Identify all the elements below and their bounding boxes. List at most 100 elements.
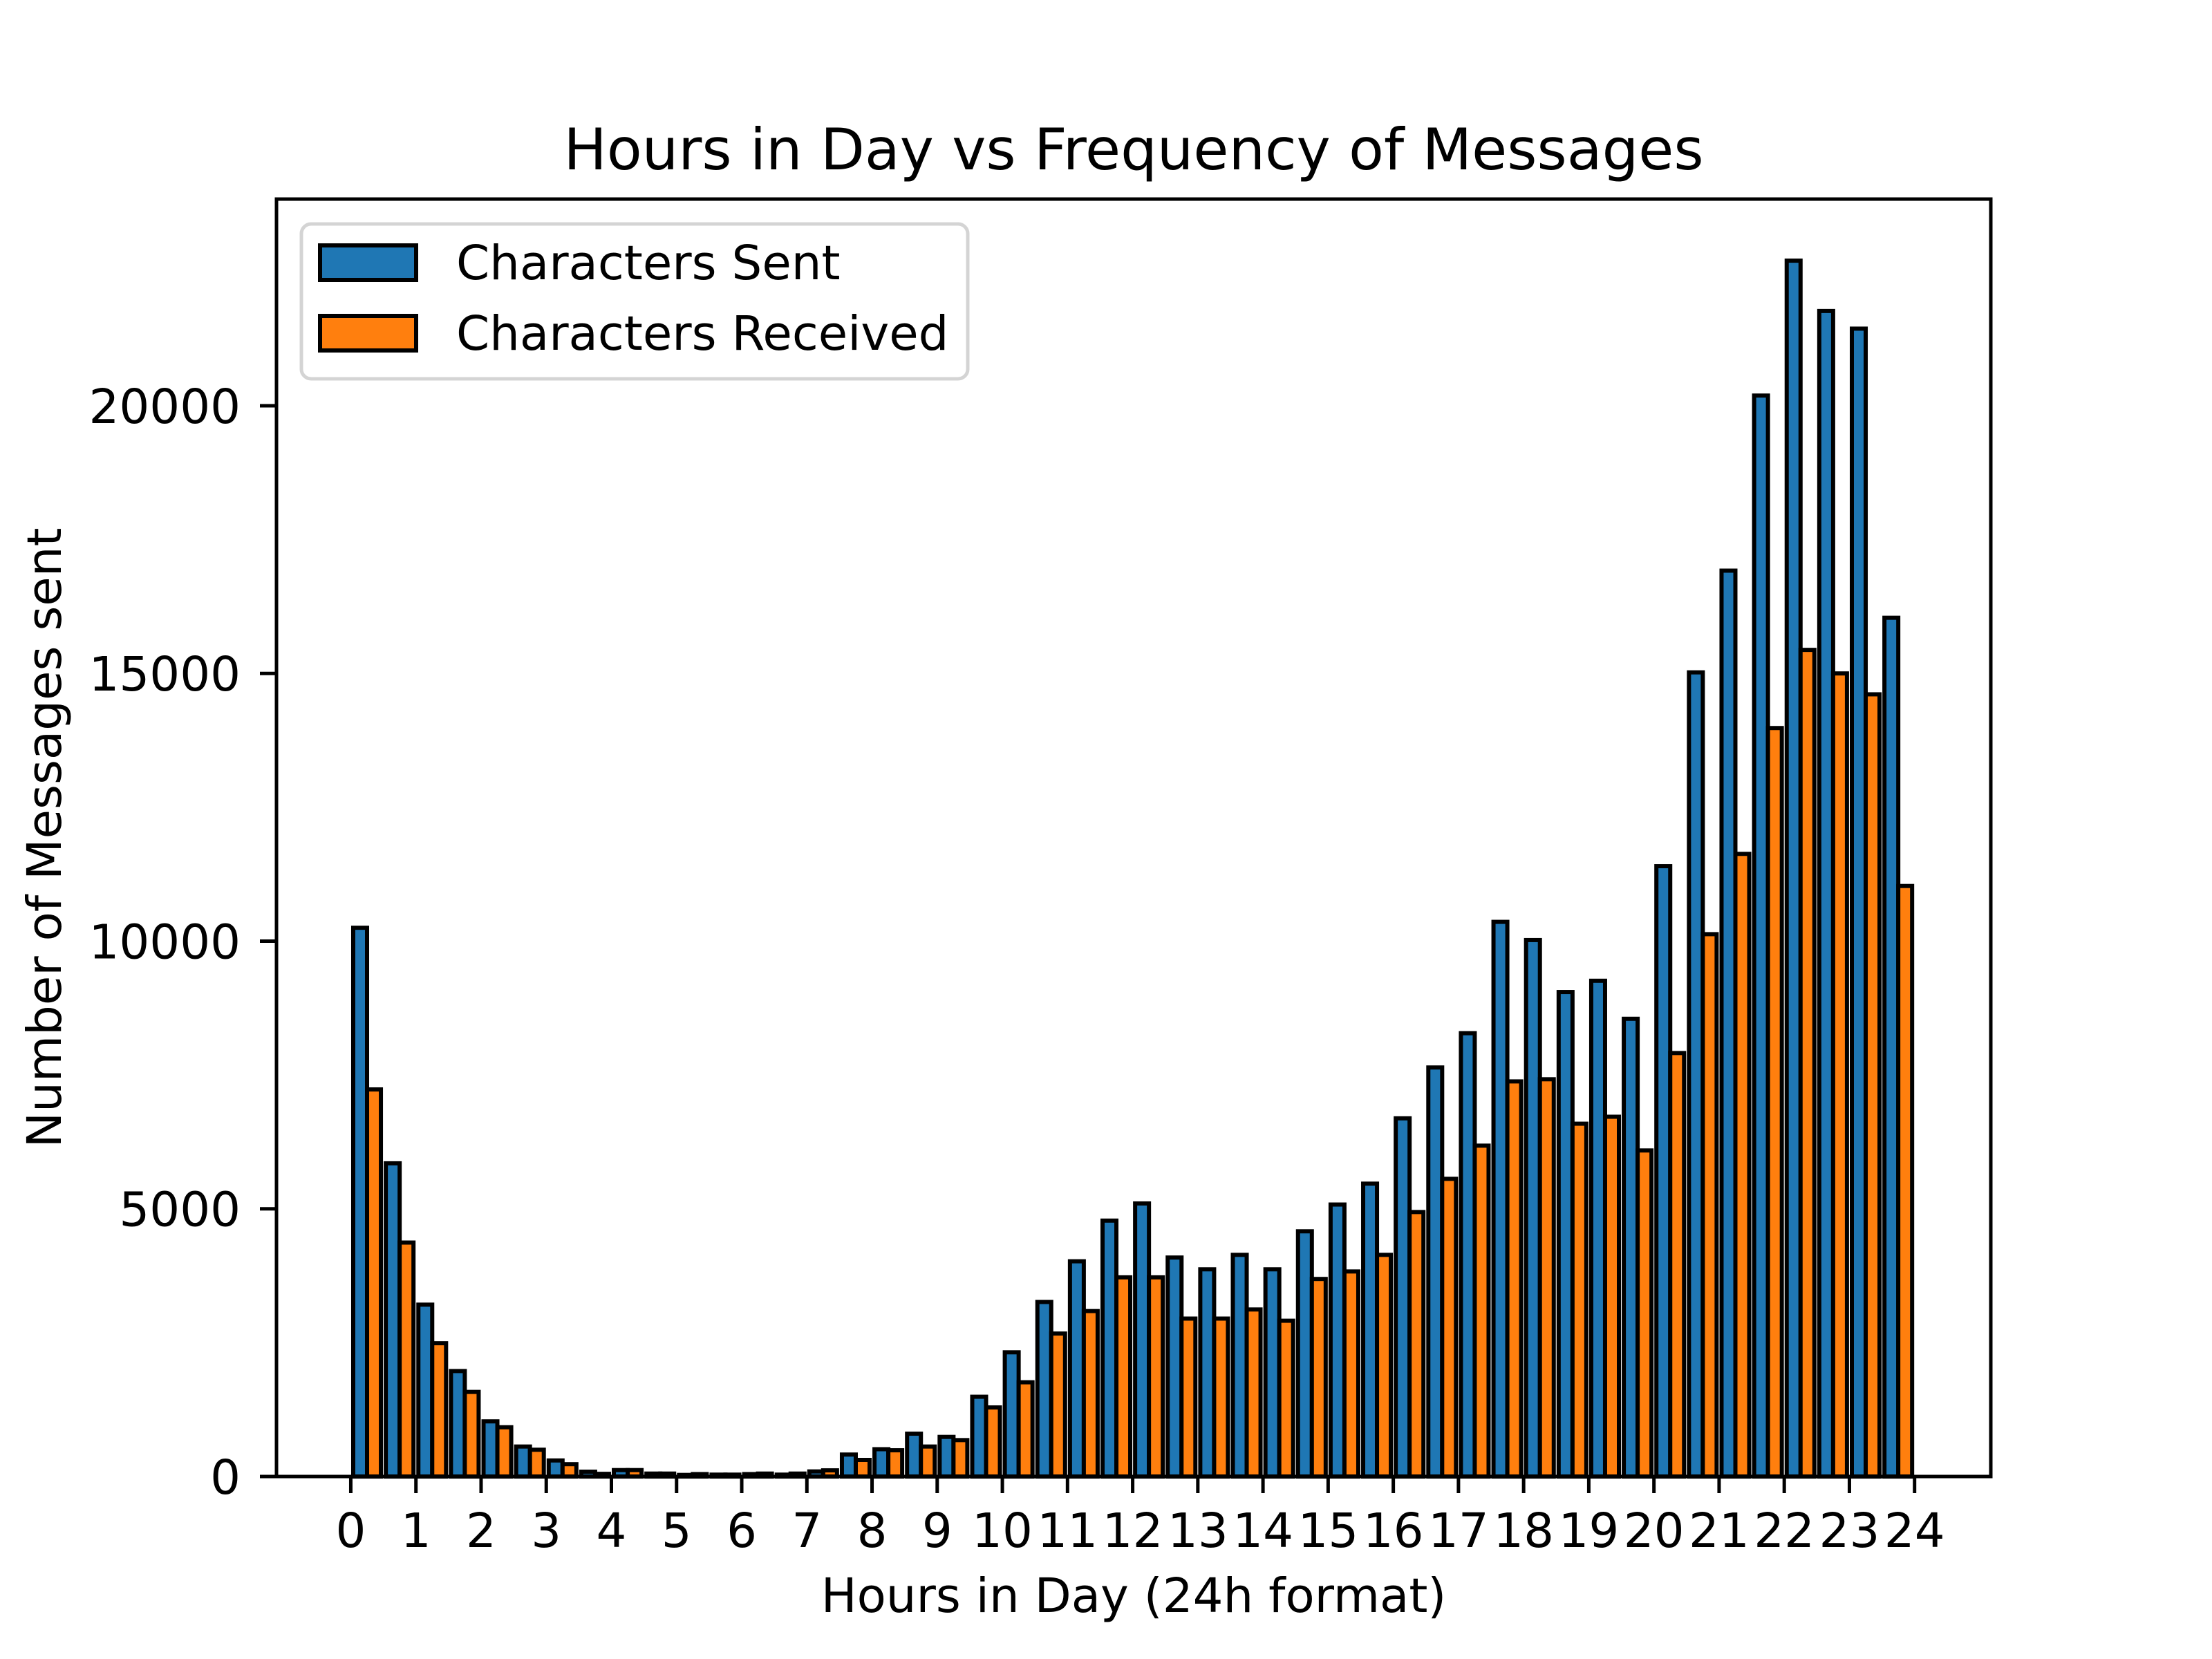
bar-characters-received-22_5 — [1830, 671, 1849, 1479]
x-tick-label: 4 — [597, 1503, 627, 1559]
x-tick-label: 2 — [466, 1503, 496, 1559]
bar-characters-received-12_5 — [1179, 1316, 1198, 1479]
y-axis-label: Number of Messages sent — [17, 527, 73, 1147]
bar-characters-received-2 — [495, 1425, 514, 1479]
bar-characters-received-11 — [1081, 1309, 1100, 1479]
bar-characters-received-1 — [430, 1341, 449, 1479]
bar-characters-sent-20 — [1654, 864, 1673, 1479]
bar-characters-received-1_5 — [462, 1389, 481, 1479]
bar-characters-sent-0 — [350, 926, 370, 1479]
bar-characters-received-11_5 — [1114, 1275, 1133, 1479]
bar-characters-received-14 — [1277, 1318, 1295, 1479]
x-tick-label: 3 — [531, 1503, 561, 1559]
bar-characters-sent-8_5 — [905, 1432, 924, 1479]
bar-characters-sent-10 — [1002, 1350, 1021, 1479]
bar-characters-sent-14_5 — [1295, 1229, 1314, 1479]
bar-characters-received-10 — [1016, 1380, 1035, 1479]
bar-characters-sent-9 — [937, 1434, 956, 1479]
x-tick-label: 21 — [1689, 1503, 1750, 1559]
bar-characters-received-17 — [1472, 1143, 1491, 1479]
bar-characters-received-15_5 — [1375, 1253, 1394, 1479]
x-tick-label: 17 — [1428, 1503, 1489, 1559]
bar-characters-received-23_5 — [1896, 883, 1915, 1479]
bar-characters-sent-7_5 — [839, 1452, 858, 1479]
x-tick-label: 16 — [1363, 1503, 1424, 1559]
x-tick-label: 14 — [1232, 1503, 1293, 1559]
bar-characters-sent-23_5 — [1882, 615, 1901, 1479]
x-tick-label: 8 — [857, 1503, 888, 1559]
bar-characters-sent-2 — [481, 1419, 500, 1479]
x-tick-label: 15 — [1297, 1503, 1358, 1559]
bar-characters-sent-23 — [1849, 326, 1868, 1479]
bar-characters-received-16 — [1407, 1210, 1426, 1479]
bar-characters-received-18_5 — [1570, 1121, 1588, 1479]
bar-characters-received-13 — [1212, 1316, 1230, 1479]
bar-characters-sent-13_5 — [1230, 1253, 1249, 1479]
bar-characters-received-19 — [1602, 1114, 1622, 1479]
bar-characters-sent-2_5 — [514, 1444, 532, 1479]
x-tick-label: 7 — [791, 1503, 822, 1559]
x-tick-label: 12 — [1103, 1503, 1163, 1559]
y-tick-label: 0 — [210, 1450, 241, 1506]
bar-characters-received-8 — [886, 1448, 905, 1479]
bar-characters-sent-22 — [1784, 259, 1803, 1479]
y-tick-label: 10000 — [89, 915, 241, 970]
bar-characters-received-9 — [951, 1438, 970, 1479]
bar-characters-received-3 — [560, 1462, 579, 1479]
bar-characters-received-20 — [1668, 1051, 1687, 1479]
y-tick-label: 15000 — [89, 647, 241, 702]
legend-swatch-characters-received — [318, 314, 418, 353]
x-tick-label: 13 — [1168, 1503, 1228, 1559]
x-tick-label: 24 — [1884, 1503, 1945, 1559]
bar-characters-sent-19_5 — [1622, 1016, 1640, 1479]
x-tick-label: 5 — [662, 1503, 692, 1559]
chart: Hours in Day vs Frequency of Messages 0 1… — [0, 0, 2212, 1659]
bar-characters-received-20_5 — [1700, 932, 1719, 1479]
bar-characters-sent-1_5 — [449, 1369, 467, 1479]
bar-characters-received-22 — [1798, 648, 1817, 1479]
bar-characters-sent-8 — [872, 1447, 891, 1479]
x-tick-label: 11 — [1037, 1503, 1098, 1559]
x-tick-label: 20 — [1624, 1503, 1685, 1559]
x-tick-label: 9 — [922, 1503, 953, 1559]
bar-characters-received-21_5 — [1765, 726, 1784, 1479]
bar-characters-sent-19 — [1588, 978, 1607, 1479]
x-tick-label: 19 — [1559, 1503, 1620, 1559]
bar-characters-received-2_5 — [527, 1447, 546, 1479]
bar-characters-received-12 — [1147, 1275, 1165, 1479]
bar-characters-sent-9_5 — [970, 1394, 988, 1479]
bar-characters-sent-14 — [1263, 1267, 1282, 1479]
x-tick-label: 0 — [336, 1503, 366, 1559]
bar-characters-sent-0_5 — [384, 1161, 402, 1479]
bar-characters-sent-11_5 — [1100, 1218, 1119, 1479]
bar-characters-received-7_5 — [853, 1457, 872, 1479]
bar-characters-received-17_5 — [1505, 1079, 1524, 1479]
legend-label-characters-sent: Characters Sent — [456, 236, 841, 291]
bar-characters-received-13_5 — [1244, 1307, 1263, 1479]
x-tick-label: 10 — [972, 1503, 1033, 1559]
legend-label-characters-received: Characters Received — [456, 306, 948, 362]
bar-characters-sent-15 — [1328, 1202, 1347, 1479]
bar-characters-received-23 — [1864, 692, 1882, 1479]
bar-characters-sent-20_5 — [1687, 670, 1705, 1479]
bar-characters-sent-17_5 — [1491, 919, 1510, 1479]
x-tick-label: 6 — [727, 1503, 757, 1559]
x-tick-label: 22 — [1754, 1503, 1815, 1559]
bar-characters-sent-1 — [416, 1302, 435, 1479]
bar-characters-sent-3 — [546, 1458, 565, 1479]
bar-characters-sent-15_5 — [1361, 1181, 1380, 1479]
bar-characters-sent-18 — [1524, 937, 1542, 1479]
bar-characters-sent-10_5 — [1035, 1300, 1053, 1479]
bar-characters-received-9_5 — [984, 1405, 1002, 1479]
bar-characters-sent-16_5 — [1426, 1065, 1445, 1479]
legend: Characters Sent Characters Received — [299, 222, 970, 381]
bar-characters-received-21 — [1733, 852, 1752, 1479]
bar-characters-sent-12_5 — [1165, 1255, 1184, 1479]
x-tick-label: 18 — [1493, 1503, 1554, 1559]
bar-characters-sent-22_5 — [1817, 308, 1835, 1479]
chart-title: Hours in Day vs Frequency of Messages — [563, 116, 1703, 183]
y-tick-label: 20000 — [89, 379, 241, 435]
bar-characters-received-15 — [1342, 1269, 1360, 1479]
bar-characters-sent-17 — [1459, 1031, 1477, 1479]
bar-characters-sent-16 — [1394, 1116, 1412, 1479]
